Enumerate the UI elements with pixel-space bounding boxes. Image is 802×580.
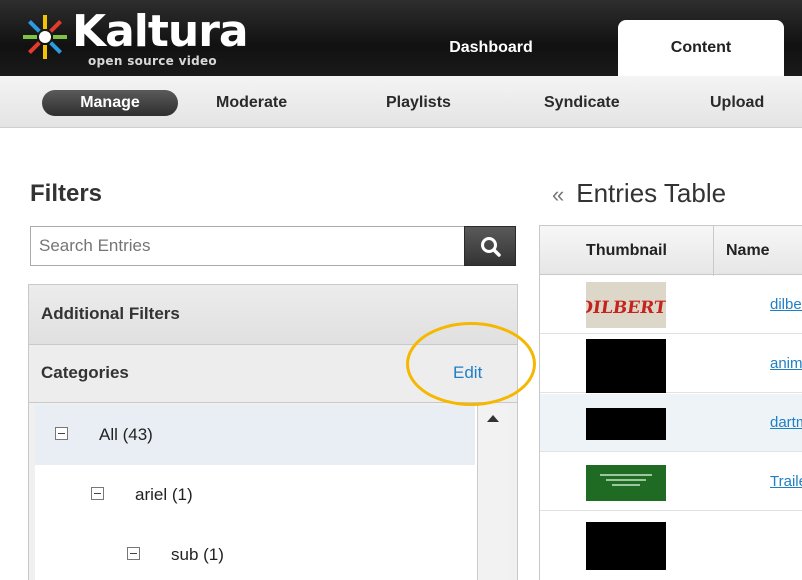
subnav-upload[interactable]: Upload <box>710 90 764 116</box>
logo-wordmark: Kaltura <box>72 6 249 57</box>
subnav-manage[interactable]: Manage <box>42 90 178 116</box>
tree-item-label: ariel (1) <box>135 485 193 504</box>
table-row[interactable]: Trailer <box>540 453 802 511</box>
entry-name-link[interactable]: Trailer <box>770 453 802 511</box>
trailer-thumbnail-image <box>586 465 666 501</box>
entries-table-title: « Entries Table <box>552 178 726 209</box>
collapse-box-icon[interactable] <box>55 427 68 440</box>
tree-item-ariel[interactable]: ariel (1) <box>35 465 475 525</box>
tree-item-sub[interactable]: sub (1) <box>35 525 475 580</box>
tree-item-label: All (43) <box>99 425 153 444</box>
kaltura-logo[interactable]: Kaltura open source video <box>22 6 282 72</box>
sub-navigation: Manage Moderate Playlists Syndicate Uplo… <box>0 76 802 128</box>
entries-title-text: Entries Table <box>576 178 727 208</box>
table-row[interactable]: DILBERT dilbert <box>540 276 802 334</box>
column-header-thumbnail[interactable]: Thumbnail <box>540 226 714 276</box>
entry-thumbnail[interactable] <box>586 522 666 570</box>
top-header: Kaltura open source video Dashboard Cont… <box>0 0 802 76</box>
tab-dashboard[interactable]: Dashboard <box>416 20 566 76</box>
entry-name-link[interactable]: dartmo <box>770 394 802 452</box>
tree-scrollbar[interactable] <box>477 405 509 580</box>
table-row[interactable] <box>540 512 802 570</box>
entry-thumbnail[interactable] <box>586 408 666 440</box>
table-row[interactable]: dartmo <box>540 394 802 452</box>
tree-item-label: sub (1) <box>171 545 224 564</box>
tree-item-all[interactable]: All (43) <box>35 405 475 465</box>
scroll-up-arrow-icon[interactable] <box>487 415 499 422</box>
subnav-playlists[interactable]: Playlists <box>386 90 451 116</box>
kaltura-app: Kaltura open source video Dashboard Cont… <box>0 0 802 580</box>
search-button[interactable] <box>464 226 516 266</box>
thumb-text: DILBERT <box>586 298 666 318</box>
logo-burst-icon <box>23 15 67 59</box>
column-header-name[interactable]: Name <box>726 226 770 276</box>
tab-content[interactable]: Content <box>618 20 784 76</box>
entry-thumbnail[interactable]: DILBERT <box>577 282 668 328</box>
logo-tagline: open source video <box>88 54 217 68</box>
entry-thumbnail[interactable] <box>586 465 666 501</box>
subnav-moderate[interactable]: Moderate <box>216 90 287 116</box>
categories-tree: All (43) ariel (1) sub (1) <box>35 405 509 580</box>
collapse-box-icon[interactable] <box>91 487 104 500</box>
dilbert-thumbnail-image: DILBERT <box>577 282 668 328</box>
search-entries-input[interactable] <box>30 226 464 266</box>
subnav-syndicate[interactable]: Syndicate <box>544 90 620 116</box>
search-icon <box>481 237 501 257</box>
highlight-ring <box>406 322 536 406</box>
collapse-panel-icon[interactable]: « <box>552 182 564 207</box>
collapse-box-icon[interactable] <box>127 547 140 560</box>
entries-table: Thumbnail Name DILBERT dilbert animat da… <box>539 225 802 580</box>
entry-thumbnail[interactable] <box>586 339 666 393</box>
entry-name-link[interactable]: animat <box>770 335 802 393</box>
filters-title: Filters <box>30 180 103 207</box>
table-row[interactable]: animat <box>540 335 802 393</box>
entry-name-link[interactable]: dilbert <box>770 276 802 334</box>
table-header: Thumbnail Name <box>540 225 802 276</box>
